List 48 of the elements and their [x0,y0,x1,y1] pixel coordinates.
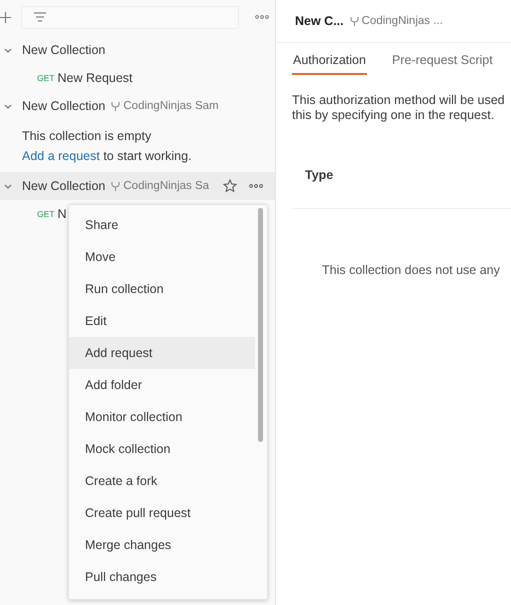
fork-icon [111,181,120,191]
plus-icon[interactable] [0,12,11,22]
filter-field[interactable] [21,6,239,28]
description-text: this by specifying one in the request. [292,108,496,123]
menu-item[interactable]: Add request [69,337,255,369]
menu-item[interactable]: Create a fork [69,465,255,497]
fork-icon [350,16,359,26]
menu-item[interactable]: Monitor collection [69,401,255,433]
request-name[interactable]: N [57,207,67,221]
more-icon[interactable] [249,184,263,188]
more-icon[interactable] [255,15,269,19]
collection-name[interactable]: New Collection [22,43,106,57]
description-text: This authorization method will be used [292,93,506,108]
fork-label: CodingNinjas ... [362,15,443,27]
menu-item[interactable]: Add folder [69,369,255,401]
empty-message: This collection is empty [22,128,152,145]
menu-item[interactable]: Move [69,241,255,273]
menu-item[interactable]: Pull changes [69,561,255,593]
filter-icon [34,12,46,22]
empty-hint: to start working. [103,149,192,163]
tab[interactable]: Pre-request Script [390,49,494,75]
scrollbar[interactable] [258,208,263,442]
fork-icon [111,101,120,111]
request-name[interactable]: New Request [57,71,133,85]
menu-item[interactable]: Create pull request [69,497,255,529]
collection-title: New C... [295,14,344,28]
method-label: GET [37,73,54,83]
collection-name[interactable]: New Collection [22,179,106,193]
fork-label: CodingNinjas Sam [123,100,219,112]
collection-name[interactable]: New Collection [22,99,106,113]
menu-item[interactable]: Mock collection [69,433,255,465]
empty-message: This collection does not use any [322,263,500,277]
tab[interactable]: Authorization [292,49,367,75]
fork-label: CodingNinjas Sa [123,180,210,192]
chevron-icon[interactable] [4,102,12,110]
menu-item[interactable]: Run collection [69,273,255,305]
menu-item[interactable]: Edit [69,305,255,337]
collection-row[interactable]: New Collection CodingNinjas Sa [0,172,275,200]
method-label: GET [37,209,54,219]
menu-item[interactable]: Merge changes [69,529,255,561]
menu-item[interactable]: Share [69,209,255,241]
type-label: Type [305,168,334,182]
star-icon[interactable] [223,179,237,193]
add-request-link[interactable]: Add a request [22,149,100,163]
collection-row[interactable]: New Collection [0,36,275,64]
chevron-icon[interactable] [4,182,12,190]
chevron-icon[interactable] [4,46,12,54]
collection-row[interactable]: New Collection CodingNinjas Sam [0,92,275,120]
